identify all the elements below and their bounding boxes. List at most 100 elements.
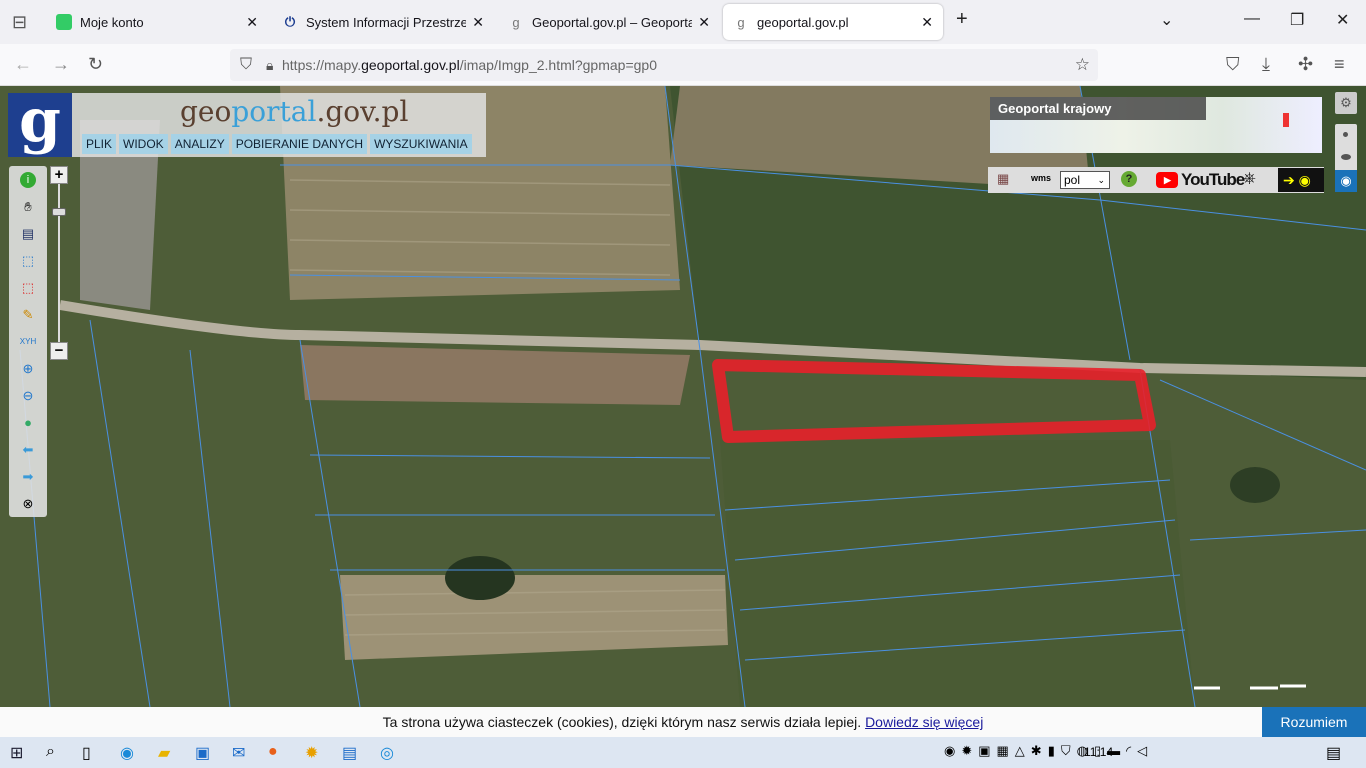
- overview-title: Geoportal krajowy: [990, 97, 1206, 120]
- globe-icon[interactable]: ●: [20, 415, 36, 431]
- clock[interactable]: 11:14: [1084, 745, 1113, 759]
- youtube-play-icon: ▶: [1156, 172, 1178, 188]
- forward-icon[interactable]: →: [52, 54, 70, 75]
- eye-small-icon[interactable]: [1341, 154, 1351, 160]
- eye-icon[interactable]: ◉: [1335, 170, 1357, 192]
- bookmark-star-icon[interactable]: ☆: [1075, 55, 1090, 75]
- document-icon[interactable]: ▤: [342, 743, 357, 763]
- firefox-icon[interactable]: ●: [268, 743, 278, 761]
- tab-sip[interactable]: ⏻ System Informacji Przestrzennej ✕: [272, 4, 494, 40]
- menu-wyszukiwania[interactable]: WYSZUKIWANIA: [370, 134, 472, 154]
- app-icon[interactable]: ◎: [380, 743, 394, 763]
- download-icon[interactable]: ⤓: [1262, 54, 1270, 75]
- tab-label: System Informacji Przestrzennej: [306, 14, 467, 30]
- overview-map[interactable]: Geoportal krajowy: [990, 97, 1322, 153]
- pan-hand-icon[interactable]: ✋︎: [20, 199, 36, 215]
- close-icon[interactable]: ✕: [921, 14, 933, 31]
- field: [720, 440, 1195, 707]
- window-close-icon[interactable]: ✕: [1336, 10, 1349, 30]
- menu-widok[interactable]: WIDOK: [119, 134, 168, 154]
- search-icon[interactable]: ⌕: [46, 743, 55, 761]
- right-side-controls: ⚙ ◉: [1335, 92, 1357, 192]
- zoom-in-button[interactable]: +: [50, 166, 68, 184]
- geoportal-logo[interactable]: g: [8, 91, 72, 157]
- lock-icon[interactable]: 🔒︎: [266, 57, 273, 74]
- notifications-icon[interactable]: ▤: [1326, 743, 1341, 763]
- xyh-button[interactable]: XYH: [15, 334, 41, 350]
- tab-geoportal-inf[interactable]: g Geoportal.gov.pl – Geoportal Inf ✕: [498, 4, 720, 40]
- zoom-slider[interactable]: + −: [50, 166, 68, 362]
- mail-icon[interactable]: ✉: [232, 743, 245, 763]
- new-tab-button[interactable]: +: [956, 8, 968, 31]
- tab-bar: ⊟ Moje konto ✕ ⏻ System Informacji Przestr…: [0, 0, 1366, 44]
- help-icon[interactable]: ?: [1121, 171, 1137, 187]
- select-area-icon[interactable]: ⬚: [20, 253, 36, 269]
- tab-label: geoportal.gov.pl: [757, 14, 849, 30]
- dot-small-icon[interactable]: [1343, 132, 1348, 137]
- zoom-thumb[interactable]: [52, 208, 66, 216]
- menu-icon[interactable]: ≡: [1334, 54, 1345, 75]
- tab-geoportal-active[interactable]: g geoportal.gov.pl ✕: [723, 4, 943, 40]
- clear-icon[interactable]: ⊗: [20, 496, 36, 512]
- pencil-icon[interactable]: ✎: [20, 307, 36, 323]
- system-tray-icons[interactable]: ◉✹▣▦△✱▮⛉◍▯▬◜◁: [944, 743, 1153, 759]
- cookie-more-link[interactable]: Dowiedz się więcej: [865, 714, 983, 730]
- previous-view-icon[interactable]: ⬅: [20, 442, 36, 458]
- task-view-icon[interactable]: ▯: [82, 743, 91, 763]
- url-bar[interactable]: ⛉ 🔒︎ https://mapy.geoportal.gov.pl/imap/…: [230, 49, 1098, 81]
- zoom-out-icon[interactable]: ⊖: [20, 388, 36, 404]
- cookie-banner: Ta strona używa ciasteczek (cookies), dz…: [0, 707, 1366, 737]
- close-icon[interactable]: ✕: [472, 14, 484, 31]
- arrow-icon: ➔: [1283, 172, 1295, 188]
- reload-icon[interactable]: ↻: [88, 54, 103, 75]
- geoportal-icon: g: [512, 14, 520, 30]
- tab-moje-konto[interactable]: Moje konto ✕: [46, 4, 268, 40]
- wms-icon[interactable]: wms: [1031, 173, 1051, 183]
- language-select[interactable]: pol ⌄: [1060, 171, 1110, 189]
- windows-start-icon[interactable]: ⊞: [10, 743, 23, 763]
- minimize-icon[interactable]: —: [1244, 10, 1260, 28]
- settings-gear-icon[interactable]: ⚙: [1335, 92, 1357, 114]
- extensions-icon[interactable]: ✣: [1298, 54, 1313, 75]
- tab-list-icon[interactable]: ⊟: [12, 12, 27, 33]
- accessibility-icon[interactable]: ⎈: [1243, 170, 1256, 188]
- layers-list-icon[interactable]: ▤: [20, 226, 36, 242]
- eye-icon: ◉: [1298, 172, 1311, 188]
- store-icon[interactable]: ▣: [195, 743, 210, 763]
- tab-label: Geoportal.gov.pl – Geoportal Inf: [532, 14, 693, 30]
- menu-analizy[interactable]: ANALIZY: [170, 134, 229, 154]
- tab-label: Moje konto: [80, 14, 144, 30]
- pocket-icon[interactable]: ⛉: [1226, 54, 1240, 75]
- windows-taskbar: ⊞ ⌕ ▯ ◉ ▰ ▣ ✉ ● ✹ ▤ ◎ ◉✹▣▦△✱▮⛉◍▯▬◜◁ 11:1…: [0, 737, 1366, 768]
- close-icon[interactable]: ✕: [246, 14, 258, 31]
- info-icon[interactable]: i: [20, 172, 36, 188]
- tree: [1230, 467, 1280, 503]
- legend-icon[interactable]: ▦: [997, 171, 1009, 187]
- location-marker-icon: [1283, 113, 1289, 127]
- restore-icon[interactable]: ❐: [1290, 10, 1304, 30]
- file-explorer-icon[interactable]: ▰: [158, 743, 170, 763]
- top-right-toolbar: ▦ wms pol ⌄ ? ▶ YouTube ⎈ ➔ ◉: [988, 167, 1324, 193]
- green-square-icon: [56, 14, 72, 30]
- cookie-accept-button[interactable]: Rozumiem: [1262, 707, 1366, 737]
- select-parcel-icon[interactable]: ⬚: [20, 280, 36, 296]
- zoom-in-icon[interactable]: ⊕: [20, 361, 36, 377]
- field-stripes: [340, 575, 728, 660]
- list-all-tabs-icon[interactable]: ⌄: [1160, 10, 1173, 30]
- next-view-icon[interactable]: ➡: [20, 469, 36, 485]
- zoom-out-button[interactable]: −: [50, 342, 68, 360]
- youtube-link[interactable]: ▶ YouTube: [1156, 170, 1245, 190]
- menu-plik[interactable]: PLIK: [82, 134, 117, 154]
- shield-icon[interactable]: ⛉: [240, 56, 252, 74]
- brand-title: geoportal.gov.pl: [180, 95, 409, 128]
- sun-app-icon[interactable]: ✹: [305, 743, 318, 763]
- edge-icon[interactable]: ◉: [120, 743, 134, 763]
- high-contrast-button[interactable]: ➔ ◉: [1278, 168, 1324, 192]
- url-text[interactable]: https://mapy.geoportal.gov.pl/imap/Imgp_…: [282, 57, 657, 73]
- menu-pobieranie-danych[interactable]: POBIERANIE DANYCH: [231, 134, 368, 154]
- main-menu: PLIK WIDOK ANALIZY POBIERANIE DANYCH WYS…: [82, 134, 472, 154]
- back-icon[interactable]: ←: [14, 54, 32, 75]
- power-icon: ⏻: [284, 14, 296, 29]
- close-icon[interactable]: ✕: [698, 14, 710, 31]
- tree: [445, 556, 515, 600]
